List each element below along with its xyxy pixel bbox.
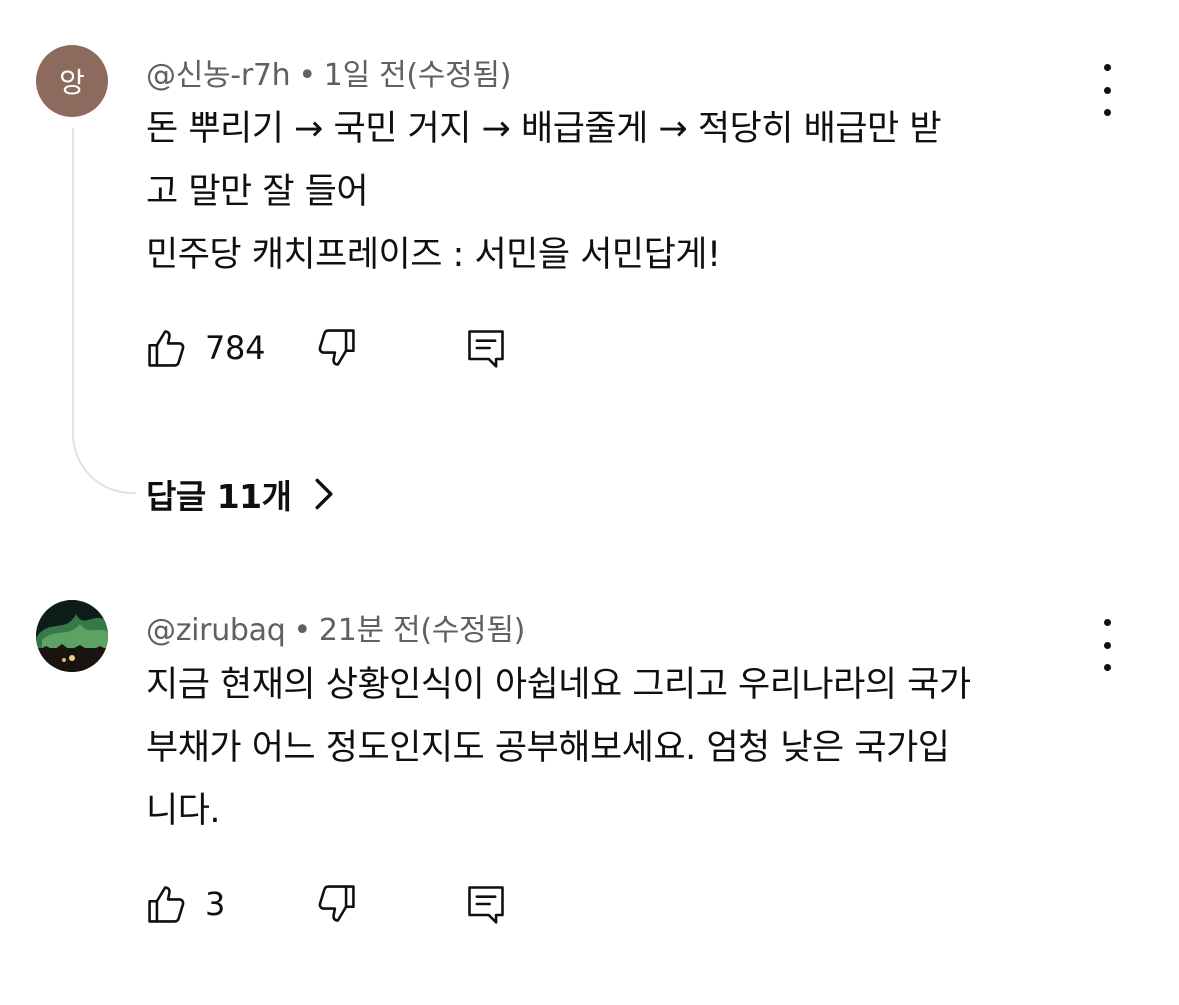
comment-timestamp: 21분 전(수정됨) [318,613,526,648]
comment-meta: @zirubaq • 21분 전(수정됨) [146,605,525,649]
comment-timestamp: 1일 전(수정됨) [323,58,512,93]
thumb-down-outline-icon[interactable] [314,882,358,926]
aurora-landscape-avatar [36,600,108,672]
chevron-right-icon [315,478,332,510]
thumb-up-outline-icon[interactable] [145,882,189,926]
meta-separator: • [298,58,316,93]
avatar[interactable]: 앙 [36,45,108,117]
replies-label: 답글 11개 [146,477,292,516]
comment-meta: @신농-r7h • 1일 전(수정됨) [146,50,511,94]
comment-outline-icon[interactable] [464,326,508,370]
thread-connector [72,412,136,494]
author-handle[interactable]: @신농-r7h [146,58,291,93]
meta-separator: • [293,613,312,648]
thumb-up-outline-icon[interactable] [145,326,189,370]
avatar-letter: 앙 [59,66,85,99]
like-count: 784 [205,329,266,367]
replies-toggle[interactable]: 답글 11개 [146,470,336,518]
comment-outline-icon[interactable] [464,882,508,926]
author-handle[interactable]: @zirubaq [146,613,286,648]
like-count: 3 [205,885,226,923]
comment-text: 지금 현재의 상황인식이 아쉽네요 그리고 우리나라의 국가 부채가 어느 정도… [146,665,971,831]
avatar[interactable] [36,600,108,672]
comment-text: 돈 뿌리기 → 국민 거지 → 배급줄게 → 적당히 배급만 받 고 말만 잘 … [146,109,942,275]
thumb-down-outline-icon[interactable] [314,326,358,370]
thread-line [72,128,74,412]
